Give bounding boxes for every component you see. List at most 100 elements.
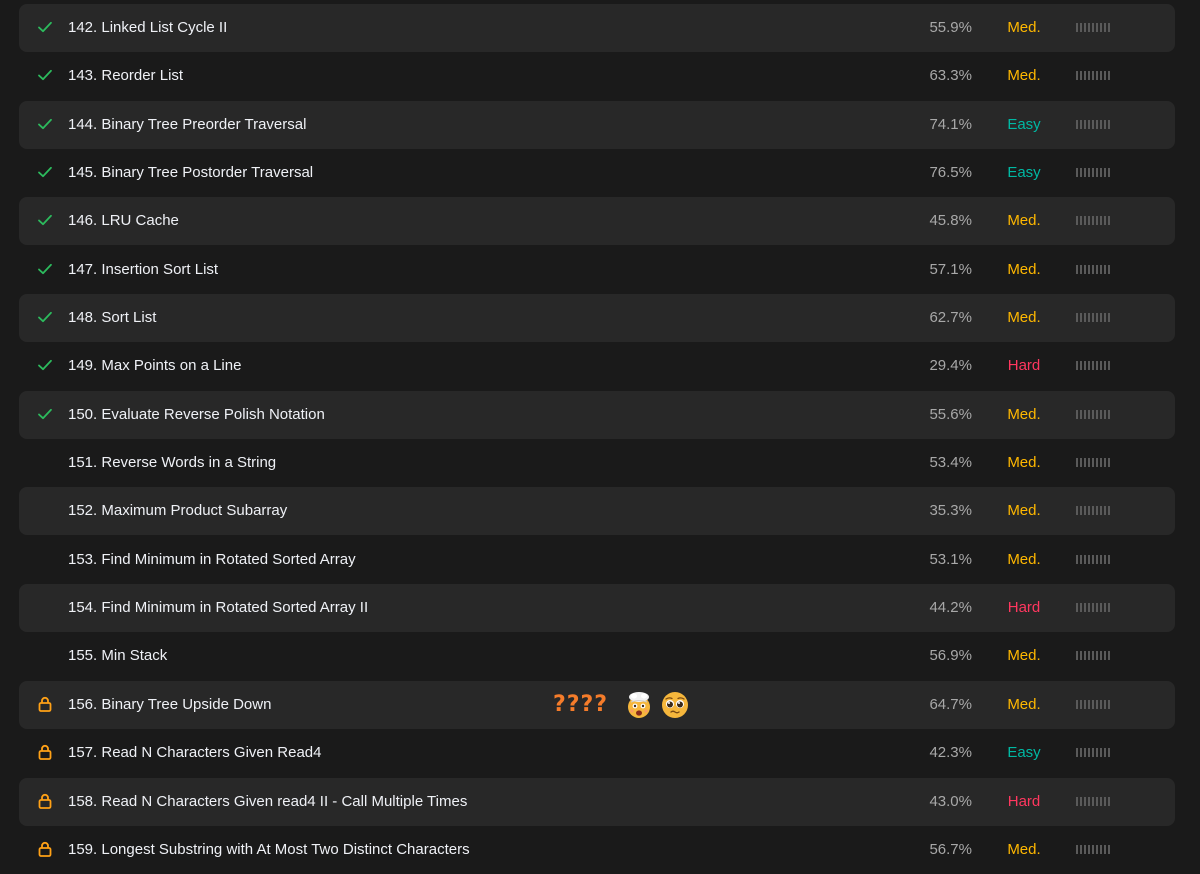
problem-title-link[interactable]: 147. Insertion Sort List <box>68 246 218 294</box>
acceptance-rate: 35.3% <box>929 502 972 520</box>
acceptance-rate: 53.1% <box>929 550 972 568</box>
problem-title-link[interactable]: 142. Linked List Cycle II <box>68 4 227 52</box>
problem-row[interactable]: 150. Evaluate Reverse Polish Notation 55… <box>19 390 1175 439</box>
lock-icon <box>36 840 54 858</box>
acceptance-rate: 55.6% <box>929 405 972 423</box>
problem-title-link[interactable]: 158. Read N Characters Given read4 II - … <box>68 778 467 826</box>
acceptance-rate: 43.0% <box>929 792 972 810</box>
problem-row[interactable]: 144. Binary Tree Preorder Traversal 74.1… <box>19 100 1175 149</box>
frequency-bar-icon <box>1076 168 1110 178</box>
acceptance-rate: 45.8% <box>929 212 972 230</box>
difficulty-badge: Med. <box>1007 67 1041 85</box>
problem-title-link[interactable]: 150. Evaluate Reverse Polish Notation <box>68 391 325 439</box>
difficulty-badge: Med. <box>1007 212 1041 230</box>
problem-title-link[interactable]: 159. Longest Substring with At Most Two … <box>68 826 470 874</box>
problem-title-link[interactable]: 153. Find Minimum in Rotated Sorted Arra… <box>68 536 356 584</box>
frequency-bar-icon <box>1076 361 1110 371</box>
frequency-bar-icon <box>1076 554 1110 564</box>
difficulty-badge: Med. <box>1007 309 1041 327</box>
status-empty <box>36 453 54 471</box>
status-empty <box>36 598 54 616</box>
acceptance-rate: 63.3% <box>929 67 972 85</box>
difficulty-badge: Med. <box>1007 695 1041 713</box>
frequency-bar-icon <box>1076 216 1110 226</box>
problem-title-link[interactable]: 145. Binary Tree Postorder Traversal <box>68 149 313 197</box>
lock-icon <box>36 695 54 713</box>
problem-title-link[interactable]: 156. Binary Tree Upside Down <box>68 681 271 729</box>
problem-title-link[interactable]: 157. Read N Characters Given Read4 <box>68 729 321 777</box>
solved-check-icon <box>36 66 54 84</box>
acceptance-rate: 56.7% <box>929 840 972 858</box>
problem-row[interactable]: 151. Reverse Words in a String 53.4% Med… <box>19 439 1175 487</box>
solved-check-icon <box>36 211 54 229</box>
acceptance-rate: 53.4% <box>929 454 972 472</box>
problem-title-link[interactable]: 155. Min Stack <box>68 632 167 680</box>
problem-title-link[interactable]: 144. Binary Tree Preorder Traversal <box>68 101 306 149</box>
problem-row[interactable]: 143. Reorder List 63.3% Med. <box>19 52 1175 100</box>
status-empty <box>36 501 54 519</box>
difficulty-badge: Med. <box>1007 502 1041 520</box>
acceptance-rate: 42.3% <box>929 744 972 762</box>
problem-title-link[interactable]: 152. Maximum Product Subarray <box>68 487 287 535</box>
problem-row[interactable]: 157. Read N Characters Given Read4 42.3%… <box>19 729 1175 777</box>
difficulty-badge: Easy <box>1007 164 1041 182</box>
frequency-bar-icon <box>1076 313 1110 323</box>
problem-row[interactable]: 159. Longest Substring with At Most Two … <box>19 826 1175 874</box>
frequency-bar-icon <box>1076 603 1110 613</box>
problem-title-link[interactable]: 148. Sort List <box>68 294 156 342</box>
problem-title-link[interactable]: 151. Reverse Words in a String <box>68 439 276 487</box>
acceptance-rate: 44.2% <box>929 599 972 617</box>
lock-icon <box>36 792 54 810</box>
acceptance-rate: 57.1% <box>929 260 972 278</box>
frequency-bar-icon <box>1076 264 1110 274</box>
frequency-bar-icon <box>1076 71 1110 81</box>
lock-icon <box>36 743 54 761</box>
difficulty-badge: Med. <box>1007 260 1041 278</box>
frequency-bar-icon <box>1076 844 1110 854</box>
problem-row[interactable]: 148. Sort List 62.7% Med. <box>19 294 1175 343</box>
frequency-bar-icon <box>1076 699 1110 709</box>
problem-title-link[interactable]: 154. Find Minimum in Rotated Sorted Arra… <box>68 584 368 632</box>
problem-row[interactable]: 153. Find Minimum in Rotated Sorted Arra… <box>19 536 1175 584</box>
problem-row[interactable]: 156. Binary Tree Upside Down 64.7% Med. … <box>19 680 1175 729</box>
difficulty-badge: Med. <box>1007 454 1041 472</box>
acceptance-rate: 74.1% <box>929 115 972 133</box>
pleading-face-emoji-icon <box>662 691 689 718</box>
frequency-bar-icon <box>1076 796 1110 806</box>
problem-row[interactable]: 145. Binary Tree Postorder Traversal 76.… <box>19 149 1175 197</box>
difficulty-badge: Med. <box>1007 405 1041 423</box>
frequency-bar-icon <box>1076 119 1110 129</box>
problem-row[interactable]: 158. Read N Characters Given read4 II - … <box>19 777 1175 826</box>
exploding-head-emoji-icon <box>628 691 651 718</box>
solved-check-icon <box>36 115 54 133</box>
problem-title-link[interactable]: 149. Max Points on a Line <box>68 342 241 390</box>
problem-row[interactable]: 147. Insertion Sort List 57.1% Med. <box>19 246 1175 294</box>
difficulty-badge: Med. <box>1007 19 1041 36</box>
acceptance-rate: 29.4% <box>929 357 972 375</box>
solved-check-icon <box>36 260 54 278</box>
difficulty-badge: Easy <box>1007 115 1041 133</box>
problem-title-link[interactable]: 143. Reorder List <box>68 52 183 100</box>
acceptance-rate: 62.7% <box>929 309 972 327</box>
problem-row[interactable]: 152. Maximum Product Subarray 35.3% Med. <box>19 487 1175 536</box>
problem-title-link[interactable]: 146. LRU Cache <box>68 197 179 245</box>
problem-row[interactable]: 146. LRU Cache 45.8% Med. <box>19 197 1175 246</box>
problem-row[interactable]: 154. Find Minimum in Rotated Sorted Arra… <box>19 584 1175 633</box>
solved-check-icon <box>36 308 54 326</box>
problem-row[interactable]: 142. Linked List Cycle II 55.9% Med. <box>19 4 1175 52</box>
solved-check-icon <box>36 405 54 423</box>
acceptance-rate: 76.5% <box>929 164 972 182</box>
status-empty <box>36 550 54 568</box>
solved-check-icon <box>36 18 54 36</box>
problem-row[interactable]: 149. Max Points on a Line 29.4% Hard <box>19 342 1175 390</box>
difficulty-badge: Med. <box>1007 840 1041 858</box>
difficulty-badge: Hard <box>1007 792 1041 810</box>
frequency-bar-icon <box>1076 651 1110 661</box>
question-marks-note: ???? <box>553 692 609 718</box>
frequency-bar-icon <box>1076 748 1110 758</box>
difficulty-badge: Med. <box>1007 550 1041 568</box>
difficulty-badge: Easy <box>1007 744 1041 762</box>
problem-row[interactable]: 155. Min Stack 56.9% Med. <box>19 632 1175 680</box>
frequency-bar-icon <box>1076 506 1110 516</box>
difficulty-badge: Hard <box>1007 357 1041 375</box>
